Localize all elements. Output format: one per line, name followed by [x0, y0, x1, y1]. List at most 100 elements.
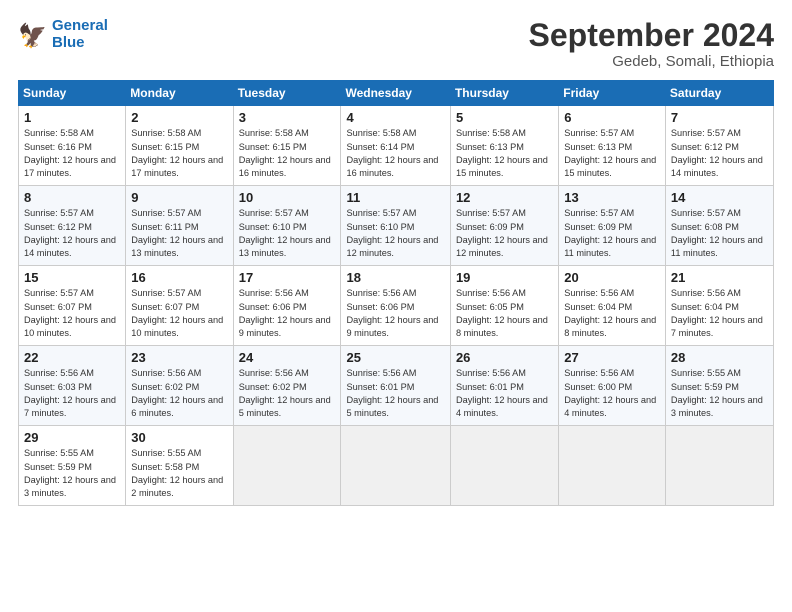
- day-info: Sunrise: 5:57 AMSunset: 6:12 PMDaylight:…: [671, 127, 769, 180]
- table-row: 28 Sunrise: 5:55 AMSunset: 5:59 PMDaylig…: [665, 346, 773, 426]
- day-info: Sunrise: 5:58 AMSunset: 6:15 PMDaylight:…: [239, 127, 337, 180]
- day-number: 21: [671, 270, 769, 285]
- day-info: Sunrise: 5:55 AMSunset: 5:59 PMDaylight:…: [24, 447, 121, 500]
- calendar-week-row: 8 Sunrise: 5:57 AMSunset: 6:12 PMDayligh…: [19, 186, 774, 266]
- header-area: 🦅 General Blue September 2024 Gedeb, Som…: [18, 18, 774, 70]
- table-row: [450, 426, 558, 506]
- day-number: 7: [671, 110, 769, 125]
- day-number: 1: [24, 110, 121, 125]
- day-number: 26: [456, 350, 554, 365]
- col-wednesday: Wednesday: [341, 81, 450, 106]
- day-number: 24: [239, 350, 337, 365]
- table-row: 1 Sunrise: 5:58 AMSunset: 6:16 PMDayligh…: [19, 106, 126, 186]
- table-row: 24 Sunrise: 5:56 AMSunset: 6:02 PMDaylig…: [233, 346, 341, 426]
- logo-line1: General: [52, 17, 108, 34]
- day-info: Sunrise: 5:57 AMSunset: 6:09 PMDaylight:…: [456, 207, 554, 260]
- table-row: 17 Sunrise: 5:56 AMSunset: 6:06 PMDaylig…: [233, 266, 341, 346]
- table-row: 23 Sunrise: 5:56 AMSunset: 6:02 PMDaylig…: [126, 346, 233, 426]
- day-info: Sunrise: 5:58 AMSunset: 6:15 PMDaylight:…: [131, 127, 228, 180]
- table-row: 25 Sunrise: 5:56 AMSunset: 6:01 PMDaylig…: [341, 346, 450, 426]
- calendar-week-row: 22 Sunrise: 5:56 AMSunset: 6:03 PMDaylig…: [19, 346, 774, 426]
- table-row: 13 Sunrise: 5:57 AMSunset: 6:09 PMDaylig…: [559, 186, 666, 266]
- day-number: 15: [24, 270, 121, 285]
- day-info: Sunrise: 5:57 AMSunset: 6:07 PMDaylight:…: [131, 287, 228, 340]
- day-number: 9: [131, 190, 228, 205]
- day-info: Sunrise: 5:58 AMSunset: 6:14 PMDaylight:…: [346, 127, 445, 180]
- table-row: [665, 426, 773, 506]
- table-row: 8 Sunrise: 5:57 AMSunset: 6:12 PMDayligh…: [19, 186, 126, 266]
- table-row: [341, 426, 450, 506]
- logo-icon: 🦅: [18, 20, 48, 50]
- day-info: Sunrise: 5:56 AMSunset: 6:01 PMDaylight:…: [456, 367, 554, 420]
- calendar-week-row: 1 Sunrise: 5:58 AMSunset: 6:16 PMDayligh…: [19, 106, 774, 186]
- table-row: 27 Sunrise: 5:56 AMSunset: 6:00 PMDaylig…: [559, 346, 666, 426]
- day-number: 11: [346, 190, 445, 205]
- day-number: 4: [346, 110, 445, 125]
- table-row: 2 Sunrise: 5:58 AMSunset: 6:15 PMDayligh…: [126, 106, 233, 186]
- table-row: 21 Sunrise: 5:56 AMSunset: 6:04 PMDaylig…: [665, 266, 773, 346]
- day-number: 29: [24, 430, 121, 445]
- day-number: 12: [456, 190, 554, 205]
- title-area: September 2024 Gedeb, Somali, Ethiopia: [529, 18, 774, 70]
- logo: 🦅 General Blue: [18, 18, 108, 51]
- col-saturday: Saturday: [665, 81, 773, 106]
- day-info: Sunrise: 5:56 AMSunset: 6:06 PMDaylight:…: [346, 287, 445, 340]
- day-number: 2: [131, 110, 228, 125]
- month-title: September 2024: [529, 18, 774, 53]
- day-number: 17: [239, 270, 337, 285]
- day-number: 22: [24, 350, 121, 365]
- day-number: 27: [564, 350, 661, 365]
- day-info: Sunrise: 5:56 AMSunset: 6:00 PMDaylight:…: [564, 367, 661, 420]
- table-row: 9 Sunrise: 5:57 AMSunset: 6:11 PMDayligh…: [126, 186, 233, 266]
- day-number: 14: [671, 190, 769, 205]
- calendar-week-row: 15 Sunrise: 5:57 AMSunset: 6:07 PMDaylig…: [19, 266, 774, 346]
- table-row: [233, 426, 341, 506]
- col-tuesday: Tuesday: [233, 81, 341, 106]
- col-sunday: Sunday: [19, 81, 126, 106]
- calendar-week-row: 29 Sunrise: 5:55 AMSunset: 5:59 PMDaylig…: [19, 426, 774, 506]
- day-info: Sunrise: 5:56 AMSunset: 6:04 PMDaylight:…: [564, 287, 661, 340]
- table-row: 15 Sunrise: 5:57 AMSunset: 6:07 PMDaylig…: [19, 266, 126, 346]
- table-row: 6 Sunrise: 5:57 AMSunset: 6:13 PMDayligh…: [559, 106, 666, 186]
- table-row: 3 Sunrise: 5:58 AMSunset: 6:15 PMDayligh…: [233, 106, 341, 186]
- day-number: 6: [564, 110, 661, 125]
- day-number: 13: [564, 190, 661, 205]
- day-number: 23: [131, 350, 228, 365]
- day-number: 19: [456, 270, 554, 285]
- col-monday: Monday: [126, 81, 233, 106]
- day-number: 20: [564, 270, 661, 285]
- day-info: Sunrise: 5:57 AMSunset: 6:11 PMDaylight:…: [131, 207, 228, 260]
- day-number: 25: [346, 350, 445, 365]
- table-row: 20 Sunrise: 5:56 AMSunset: 6:04 PMDaylig…: [559, 266, 666, 346]
- table-row: [559, 426, 666, 506]
- day-info: Sunrise: 5:57 AMSunset: 6:10 PMDaylight:…: [346, 207, 445, 260]
- day-info: Sunrise: 5:58 AMSunset: 6:13 PMDaylight:…: [456, 127, 554, 180]
- table-row: 7 Sunrise: 5:57 AMSunset: 6:12 PMDayligh…: [665, 106, 773, 186]
- day-info: Sunrise: 5:57 AMSunset: 6:10 PMDaylight:…: [239, 207, 337, 260]
- day-info: Sunrise: 5:57 AMSunset: 6:07 PMDaylight:…: [24, 287, 121, 340]
- day-info: Sunrise: 5:57 AMSunset: 6:08 PMDaylight:…: [671, 207, 769, 260]
- day-number: 5: [456, 110, 554, 125]
- table-row: 5 Sunrise: 5:58 AMSunset: 6:13 PMDayligh…: [450, 106, 558, 186]
- col-thursday: Thursday: [450, 81, 558, 106]
- logo-text: General Blue: [52, 18, 108, 51]
- day-info: Sunrise: 5:56 AMSunset: 6:02 PMDaylight:…: [131, 367, 228, 420]
- page: 🦅 General Blue September 2024 Gedeb, Som…: [0, 0, 792, 612]
- table-row: 4 Sunrise: 5:58 AMSunset: 6:14 PMDayligh…: [341, 106, 450, 186]
- day-info: Sunrise: 5:57 AMSunset: 6:12 PMDaylight:…: [24, 207, 121, 260]
- table-row: 22 Sunrise: 5:56 AMSunset: 6:03 PMDaylig…: [19, 346, 126, 426]
- col-friday: Friday: [559, 81, 666, 106]
- table-row: 11 Sunrise: 5:57 AMSunset: 6:10 PMDaylig…: [341, 186, 450, 266]
- day-info: Sunrise: 5:56 AMSunset: 6:05 PMDaylight:…: [456, 287, 554, 340]
- day-info: Sunrise: 5:56 AMSunset: 6:03 PMDaylight:…: [24, 367, 121, 420]
- table-row: 19 Sunrise: 5:56 AMSunset: 6:05 PMDaylig…: [450, 266, 558, 346]
- table-row: 14 Sunrise: 5:57 AMSunset: 6:08 PMDaylig…: [665, 186, 773, 266]
- subtitle: Gedeb, Somali, Ethiopia: [529, 53, 774, 70]
- day-info: Sunrise: 5:57 AMSunset: 6:09 PMDaylight:…: [564, 207, 661, 260]
- day-number: 30: [131, 430, 228, 445]
- table-row: 10 Sunrise: 5:57 AMSunset: 6:10 PMDaylig…: [233, 186, 341, 266]
- day-info: Sunrise: 5:56 AMSunset: 6:02 PMDaylight:…: [239, 367, 337, 420]
- day-info: Sunrise: 5:57 AMSunset: 6:13 PMDaylight:…: [564, 127, 661, 180]
- table-row: 26 Sunrise: 5:56 AMSunset: 6:01 PMDaylig…: [450, 346, 558, 426]
- day-info: Sunrise: 5:56 AMSunset: 6:01 PMDaylight:…: [346, 367, 445, 420]
